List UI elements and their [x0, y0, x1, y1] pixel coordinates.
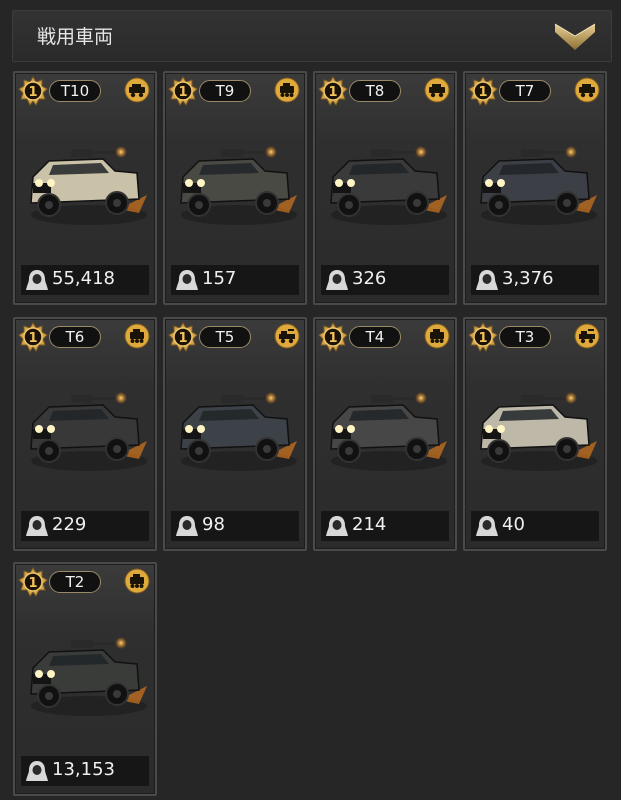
tier-label: T2 — [49, 571, 101, 593]
vehicle-image — [19, 363, 151, 491]
troop-count-bar: 55,418 — [21, 265, 149, 295]
troop-count: 214 — [352, 514, 387, 535]
rank-value: 1 — [28, 331, 37, 346]
rank-medal-icon: 1 — [168, 76, 198, 106]
troop-count-bar: 3,376 — [471, 265, 599, 295]
vehicle-image — [469, 363, 601, 491]
hooded-soldier-icon — [175, 515, 199, 537]
apc-icon — [124, 568, 150, 594]
apc-icon — [274, 77, 300, 103]
rank-value: 1 — [478, 85, 487, 100]
hooded-soldier-icon — [325, 269, 349, 291]
vehicle-grid: 1 T10 55,418 1 T9 157 1 T8 326 1 T7 3,37… — [0, 0, 621, 800]
rank-value: 1 — [478, 331, 487, 346]
tier-label: T10 — [49, 80, 101, 102]
vehicle-card-t9[interactable]: 1 T9 157 — [163, 71, 307, 305]
vehicle-image — [319, 363, 451, 491]
pickup-gun-icon — [574, 323, 600, 349]
troop-count: 157 — [202, 268, 237, 289]
rank-value: 1 — [178, 85, 187, 100]
vehicle-card-t10[interactable]: 1 T10 55,418 — [13, 71, 157, 305]
vehicle-card-t2[interactable]: 1 T2 13,153 — [13, 562, 157, 796]
apc-icon — [424, 323, 450, 349]
vehicle-card-t7[interactable]: 1 T7 3,376 — [463, 71, 607, 305]
tier-label: T8 — [349, 80, 401, 102]
armored-truck-icon — [424, 77, 450, 103]
hooded-soldier-icon — [475, 269, 499, 291]
hooded-soldier-icon — [325, 515, 349, 537]
tier-label: T4 — [349, 326, 401, 348]
troop-count-bar: 157 — [171, 265, 299, 295]
rank-value: 1 — [28, 85, 37, 100]
troop-count-bar: 214 — [321, 511, 449, 541]
vehicle-image — [19, 608, 151, 736]
apc-icon — [124, 323, 150, 349]
troop-count-bar: 13,153 — [21, 756, 149, 786]
vehicle-card-t5[interactable]: 1 T5 98 — [163, 317, 307, 551]
tier-label: T6 — [49, 326, 101, 348]
vehicle-image — [19, 117, 151, 245]
rank-value: 1 — [328, 85, 337, 100]
troop-count-bar: 40 — [471, 511, 599, 541]
rank-medal-icon: 1 — [18, 76, 48, 106]
vehicle-image — [469, 117, 601, 245]
troop-count: 40 — [502, 514, 525, 535]
tier-label: T5 — [199, 326, 251, 348]
rank-medal-icon: 1 — [18, 322, 48, 352]
vehicle-image — [169, 363, 301, 491]
vehicle-image — [319, 117, 451, 245]
troop-count: 98 — [202, 514, 225, 535]
rank-value: 1 — [178, 331, 187, 346]
hooded-soldier-icon — [25, 515, 49, 537]
hooded-soldier-icon — [25, 269, 49, 291]
hooded-soldier-icon — [175, 269, 199, 291]
vehicle-image — [169, 117, 301, 245]
rank-medal-icon: 1 — [318, 76, 348, 106]
rank-medal-icon: 1 — [168, 322, 198, 352]
tier-label: T3 — [499, 326, 551, 348]
rank-medal-icon: 1 — [468, 322, 498, 352]
tier-label: T7 — [499, 80, 551, 102]
vehicle-card-t4[interactable]: 1 T4 214 — [313, 317, 457, 551]
troop-count-bar: 229 — [21, 511, 149, 541]
troop-count: 229 — [52, 514, 87, 535]
vehicle-card-t6[interactable]: 1 T6 229 — [13, 317, 157, 551]
rank-medal-icon: 1 — [18, 567, 48, 597]
troop-count: 3,376 — [502, 268, 554, 289]
vehicle-card-t3[interactable]: 1 T3 40 — [463, 317, 607, 551]
troop-count: 326 — [352, 268, 387, 289]
troop-count: 13,153 — [52, 759, 115, 780]
rank-medal-icon: 1 — [468, 76, 498, 106]
armored-truck-icon — [574, 77, 600, 103]
rank-value: 1 — [328, 331, 337, 346]
rank-medal-icon: 1 — [318, 322, 348, 352]
troop-count-bar: 98 — [171, 511, 299, 541]
troop-count: 55,418 — [52, 268, 115, 289]
hooded-soldier-icon — [25, 760, 49, 782]
vehicle-card-t8[interactable]: 1 T8 326 — [313, 71, 457, 305]
rank-value: 1 — [28, 576, 37, 591]
hooded-soldier-icon — [475, 515, 499, 537]
pickup-gun-icon — [274, 323, 300, 349]
tier-label: T9 — [199, 80, 251, 102]
armored-truck-icon — [124, 77, 150, 103]
troop-count-bar: 326 — [321, 265, 449, 295]
